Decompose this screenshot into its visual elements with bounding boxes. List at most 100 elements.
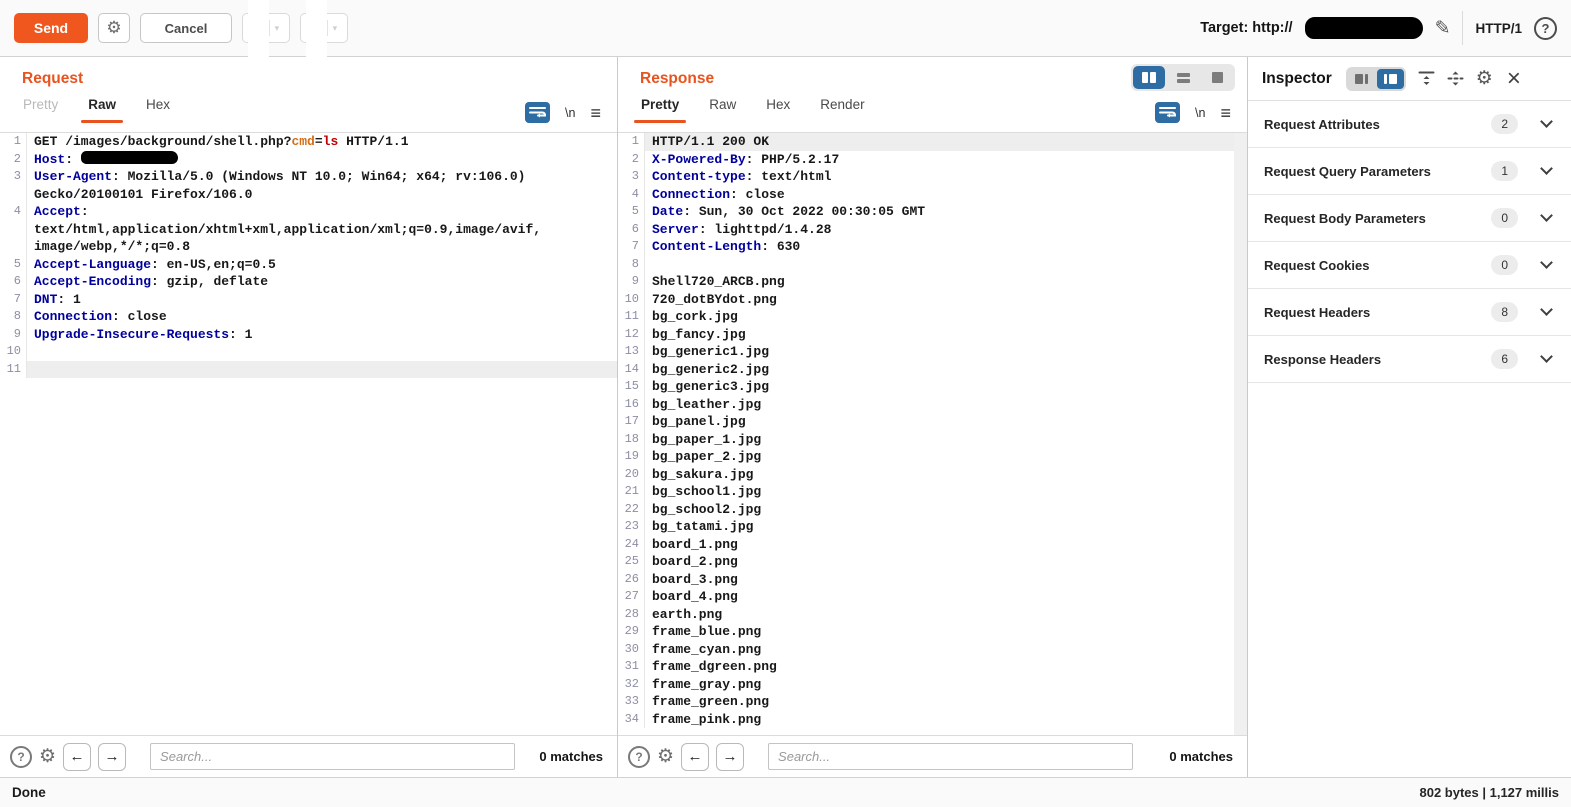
editor-line[interactable]: 11bg_cork.jpg <box>618 308 1247 326</box>
word-wrap-icon[interactable] <box>525 102 550 123</box>
send-button[interactable]: Send <box>14 13 88 43</box>
editor-line[interactable]: 27board_4.png <box>618 588 1247 606</box>
menu-icon[interactable]: ≡ <box>590 104 601 122</box>
editor-line[interactable]: 3User-Agent: Mozilla/5.0 (Windows NT 10.… <box>0 168 617 186</box>
dock-right-button[interactable] <box>1377 69 1404 89</box>
inspector-section-request-attributes[interactable]: Request Attributes2 <box>1248 101 1571 148</box>
next-match-button[interactable]: → <box>716 743 744 771</box>
editor-line[interactable]: 7DNT: 1 <box>0 291 617 309</box>
editor-line[interactable]: 9Shell720_ARCB.png <box>618 273 1247 291</box>
layout-columns-button[interactable] <box>1133 66 1165 89</box>
editor-line[interactable]: 32frame_gray.png <box>618 676 1247 694</box>
editor-line[interactable]: 19bg_paper_2.jpg <box>618 448 1247 466</box>
editor-line[interactable]: 7Content-Length: 630 <box>618 238 1247 256</box>
editor-line[interactable]: 4Accept: <box>0 203 617 221</box>
inspector-section-request-query-parameters[interactable]: Request Query Parameters1 <box>1248 148 1571 195</box>
editor-line[interactable]: 9Upgrade-Insecure-Requests: 1 <box>0 326 617 344</box>
editor-line[interactable]: 10720_dotBYdot.png <box>618 291 1247 309</box>
editor-line[interactable]: 11 <box>0 361 617 379</box>
editor-line[interactable]: 8 <box>618 256 1247 274</box>
next-match-button[interactable]: → <box>98 743 126 771</box>
editor-line[interactable]: 24board_1.png <box>618 536 1247 554</box>
editor-line[interactable]: 17bg_panel.jpg <box>618 413 1247 431</box>
edit-target-icon[interactable]: ✎ <box>1435 17 1451 40</box>
request-editor[interactable]: 1GET /images/background/shell.php?cmd=ls… <box>0 133 617 735</box>
tab-pretty[interactable]: Pretty <box>626 90 694 122</box>
editor-line[interactable]: 1HTTP/1.1 200 OK <box>618 133 1247 151</box>
previous-match-button[interactable]: ← <box>681 743 709 771</box>
tab-hex[interactable]: Hex <box>751 90 805 122</box>
menu-icon[interactable]: ≡ <box>1220 104 1231 122</box>
search-settings-icon[interactable]: ⚙ <box>657 747 674 766</box>
editor-line[interactable]: 6Accept-Encoding: gzip, deflate <box>0 273 617 291</box>
inspector-section-request-cookies[interactable]: Request Cookies0 <box>1248 242 1571 289</box>
editor-line[interactable]: 23bg_tatami.jpg <box>618 518 1247 536</box>
inspector-section-request-body-parameters[interactable]: Request Body Parameters0 <box>1248 195 1571 242</box>
editor-line[interactable]: 22bg_school2.jpg <box>618 501 1247 519</box>
show-newlines-icon[interactable]: \n <box>565 106 575 120</box>
inspector-section-label: Request Query Parameters <box>1264 164 1491 179</box>
word-wrap-icon[interactable] <box>1155 102 1180 123</box>
editor-line[interactable]: 34frame_pink.png <box>618 711 1247 729</box>
editor-line[interactable]: 5Date: Sun, 30 Oct 2022 00:30:05 GMT <box>618 203 1247 221</box>
editor-line[interactable]: image/webp,*/*;q=0.8 <box>0 238 617 256</box>
editor-line[interactable]: 12bg_fancy.jpg <box>618 326 1247 344</box>
search-help-icon[interactable]: ? <box>10 746 32 768</box>
response-editor[interactable]: 1HTTP/1.1 200 OK2X-Powered-By: PHP/5.2.1… <box>618 133 1247 735</box>
search-settings-icon[interactable]: ⚙ <box>39 747 56 766</box>
back-button[interactable]: < ▾ <box>242 13 290 43</box>
http-version-selector[interactable]: HTTP/1 <box>1475 21 1522 36</box>
editor-line[interactable]: 5Accept-Language: en-US,en;q=0.5 <box>0 256 617 274</box>
scrollbar[interactable] <box>1234 133 1247 735</box>
editor-line[interactable]: 18bg_paper_1.jpg <box>618 431 1247 449</box>
editor-line[interactable]: 25board_2.png <box>618 553 1247 571</box>
editor-line[interactable]: 21bg_school1.jpg <box>618 483 1247 501</box>
editor-line[interactable]: 1GET /images/background/shell.php?cmd=ls… <box>0 133 617 151</box>
forward-button[interactable]: > ▾ <box>300 13 348 43</box>
cancel-button[interactable]: Cancel <box>140 13 232 43</box>
editor-line[interactable]: 28earth.png <box>618 606 1247 624</box>
editor-line[interactable]: 26board_3.png <box>618 571 1247 589</box>
inspector-settings-icon[interactable]: ⚙ <box>1476 69 1493 88</box>
inspector-section-response-headers[interactable]: Response Headers6 <box>1248 336 1571 383</box>
show-newlines-icon[interactable]: \n <box>1195 106 1205 120</box>
editor-line[interactable]: 2X-Powered-By: PHP/5.2.17 <box>618 151 1247 169</box>
send-settings-button[interactable]: ⚙ <box>98 13 130 43</box>
line-content: bg_panel.jpg <box>645 413 1247 431</box>
editor-line[interactable]: 3Content-type: text/html <box>618 168 1247 186</box>
editor-line[interactable]: 33frame_green.png <box>618 693 1247 711</box>
search-help-icon[interactable]: ? <box>628 746 650 768</box>
editor-line[interactable]: 14bg_generic2.jpg <box>618 361 1247 379</box>
editor-line[interactable]: 31frame_dgreen.png <box>618 658 1247 676</box>
editor-line[interactable]: 13bg_generic1.jpg <box>618 343 1247 361</box>
inspector-section-request-headers[interactable]: Request Headers8 <box>1248 289 1571 336</box>
tab-render[interactable]: Render <box>805 90 879 122</box>
editor-line[interactable]: 20bg_sakura.jpg <box>618 466 1247 484</box>
previous-match-button[interactable]: ← <box>63 743 91 771</box>
expand-all-icon[interactable] <box>1447 71 1464 86</box>
editor-line[interactable]: 15bg_generic3.jpg <box>618 378 1247 396</box>
editor-line[interactable]: 4Connection: close <box>618 186 1247 204</box>
tab-raw[interactable]: Raw <box>73 90 131 122</box>
editor-line[interactable]: 29frame_blue.png <box>618 623 1247 641</box>
layout-single-button[interactable] <box>1201 66 1233 89</box>
line-content: DNT: 1 <box>27 291 617 309</box>
editor-line[interactable]: Gecko/20100101 Firefox/106.0 <box>0 186 617 204</box>
editor-line[interactable]: 10 <box>0 343 617 361</box>
editor-line[interactable]: text/html,application/xhtml+xml,applicat… <box>0 221 617 239</box>
editor-line[interactable]: 6Server: lighttpd/1.4.28 <box>618 221 1247 239</box>
editor-line[interactable]: 16bg_leather.jpg <box>618 396 1247 414</box>
request-search-input[interactable] <box>150 743 515 770</box>
tab-raw[interactable]: Raw <box>694 90 751 122</box>
help-icon[interactable]: ? <box>1534 17 1557 40</box>
close-icon[interactable]: × <box>1507 67 1521 91</box>
editor-line[interactable]: 2Host: <box>0 151 617 169</box>
dock-left-button[interactable] <box>1348 69 1375 89</box>
editor-line[interactable]: 8Connection: close <box>0 308 617 326</box>
tab-hex[interactable]: Hex <box>131 90 185 122</box>
collapse-all-icon[interactable] <box>1418 71 1435 86</box>
layout-rows-button[interactable] <box>1167 66 1199 89</box>
tab-pretty[interactable]: Pretty <box>8 90 73 122</box>
editor-line[interactable]: 30frame_cyan.png <box>618 641 1247 659</box>
response-search-input[interactable] <box>768 743 1133 770</box>
